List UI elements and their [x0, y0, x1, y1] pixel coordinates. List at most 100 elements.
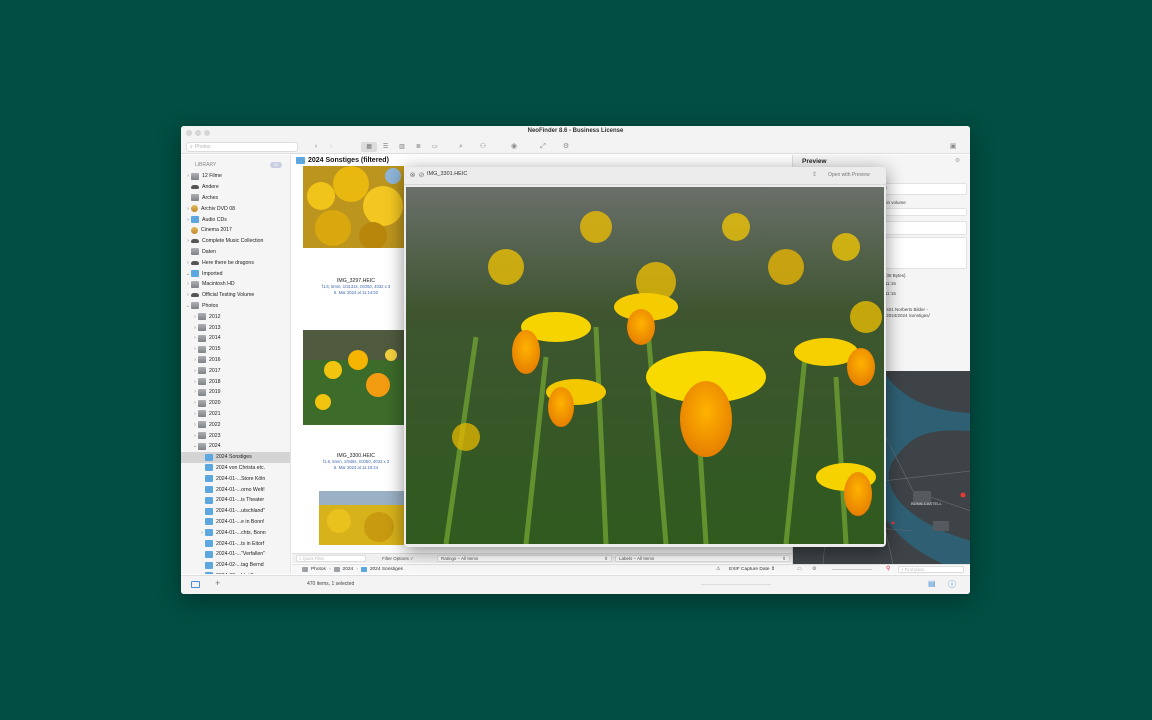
sidebar-item[interactable]: › 2020	[181, 398, 290, 409]
sidebar-item[interactable]: Andere	[181, 182, 290, 193]
sidebar-item[interactable]: › 2016	[181, 355, 290, 366]
inspector-toggle-icon[interactable]: ▣	[948, 142, 958, 152]
created-time-text: 11:15	[885, 281, 896, 286]
sidebar-item[interactable]: › 2012	[181, 311, 290, 322]
eye-icon[interactable]: ◉	[509, 142, 519, 152]
grid-view-icon[interactable]: ▦	[361, 142, 378, 152]
open-with-preview-button[interactable]: Open with Preview	[828, 172, 870, 178]
back-button[interactable]: ‹	[312, 142, 320, 152]
comment-icon[interactable]: ▭	[797, 566, 802, 572]
fullscreen-icon[interactable]: ⤢	[539, 142, 547, 152]
sidebar-item[interactable]: › 2017	[181, 365, 290, 376]
sidebar-item[interactable]: Daten	[181, 247, 290, 258]
notes-field[interactable]	[885, 237, 967, 269]
sidebar-item[interactable]: › Archiv DVD 08	[181, 203, 290, 214]
sidebar-item[interactable]: ⌄ Imported	[181, 268, 290, 279]
sidebar-item[interactable]: 2024 Sonstiges	[181, 451, 290, 463]
gallery-view-icon[interactable]: ▭	[427, 142, 443, 152]
list-view-icon[interactable]: ☰	[377, 142, 393, 152]
drive-icon	[333, 567, 340, 572]
sidebar-item[interactable]: › 2013	[181, 322, 290, 333]
gear-icon[interactable]: ⚙	[562, 142, 570, 152]
sidebar-item[interactable]: › 12 Filme	[181, 171, 290, 182]
sidebar-item-label: 2024-01-..."Verfallen"	[216, 551, 265, 558]
drive-icon	[198, 399, 206, 407]
sidebar-item[interactable]: Cinema 2017	[181, 225, 290, 236]
fullscreen-icon[interactable]: ⊘	[418, 172, 425, 179]
sidebar-item[interactable]: › 2018	[181, 376, 290, 387]
volume-select[interactable]	[885, 208, 967, 216]
sidebar-item[interactable]: 2024-01-...e in Bonn!	[181, 517, 290, 528]
ratings-select[interactable]: Ratings – All Items ⇕	[437, 555, 612, 562]
sidebar-item[interactable]: › Here there be dragons	[181, 257, 290, 268]
filter-options-button[interactable]: Filter Options ✓	[382, 556, 414, 562]
drive-icon	[191, 172, 199, 180]
sidebar-item[interactable]: ⌄ Photos	[181, 301, 290, 312]
sidebar-item[interactable]: › 2021	[181, 409, 290, 420]
sidebar-item-label: 2024-01-...ts in Eitorf	[216, 540, 265, 547]
sidebar-item[interactable]: › 2015	[181, 344, 290, 355]
thumbnail-img-next[interactable]	[319, 491, 404, 545]
thumbnail-img-3300[interactable]	[303, 330, 404, 425]
detail-view-icon[interactable]: ≣	[410, 142, 426, 152]
comment-field[interactable]	[885, 221, 967, 235]
add-icon[interactable]: +	[215, 578, 220, 588]
people-icon[interactable]: ⚇	[479, 142, 487, 152]
pin-icon[interactable]: ⚲	[886, 565, 890, 572]
gear-icon[interactable]: ⚙	[955, 157, 960, 164]
sidebar-item[interactable]: 2024-01-..."Verfallen"	[181, 549, 290, 560]
sidebar-item[interactable]: › 2019	[181, 387, 290, 398]
preview-field[interactable]	[885, 183, 967, 195]
sidebar-item[interactable]: › 2014	[181, 333, 290, 344]
sidebar-item-label: 2020	[209, 400, 221, 407]
sidebar-item[interactable]: › Official Testing Volume	[181, 290, 290, 301]
find-place-input[interactable]: ⌕ Find place	[898, 566, 964, 573]
content-title-text: 2024 Sonstiges (filtered)	[308, 157, 389, 164]
sidebar-search-input[interactable]: ⌕ Photos	[186, 142, 298, 152]
sidebar-item[interactable]: › Macintosh HD	[181, 279, 290, 290]
sidebar-item[interactable]: ⌄ 2024	[181, 441, 290, 452]
close-icon[interactable]: ⊗	[409, 172, 416, 179]
sort-select[interactable]: EXIF Capture Date ⇕	[729, 567, 775, 572]
sidebar: LIBRARY 22 › 12 Filme Andere Arches › Archiv …	[181, 155, 291, 574]
breadcrumb-item[interactable]: 2024 Sonstiges	[370, 567, 403, 572]
cloud-icon	[191, 293, 199, 298]
sidebar-item[interactable]: 2024 von Christa etc.	[181, 463, 290, 474]
sidebar-item[interactable]: 2024-02-...Uni Bonn	[181, 571, 290, 574]
breadcrumb-item[interactable]: Photos	[311, 567, 326, 572]
sidebar-item[interactable]: 2024-01-...ts in Eitorf	[181, 538, 290, 549]
volume-label: on volume	[885, 200, 906, 205]
quicklook-image	[406, 187, 884, 545]
drive-icon	[198, 421, 206, 429]
zoom-slider[interactable]	[832, 569, 872, 570]
sidebar-toggle-icon[interactable]	[191, 581, 200, 588]
sidebar-item[interactable]: 2024-01-...is Theater	[181, 495, 290, 506]
thumbnail-img-3297[interactable]	[303, 166, 404, 250]
sidebar-item[interactable]: › Complete Music Collection	[181, 236, 290, 247]
thumbnail-size-slider[interactable]	[701, 584, 771, 585]
sidebar-item[interactable]: › 2023	[181, 430, 290, 441]
labels-select[interactable]: Labels – All Items ⇕	[615, 555, 790, 562]
forward-button[interactable]: ›	[327, 142, 335, 152]
breadcrumb-item[interactable]: 2024	[343, 567, 354, 572]
column-view-icon[interactable]: ▥	[394, 142, 410, 152]
sidebar-item[interactable]: 2024-02-...tag Bernd	[181, 560, 290, 571]
library-count-badge: 22	[270, 162, 282, 168]
drive-icon	[198, 432, 206, 440]
sidebar-item[interactable]: 2024-01-...orno Welt!	[181, 484, 290, 495]
sidebar-item[interactable]: › Audio CDs	[181, 214, 290, 225]
map-icon[interactable]: ▤	[928, 579, 936, 588]
sidebar-item[interactable]: 2024-01-...utschland"	[181, 506, 290, 517]
sidebar-item-label: 2024 Sonstiges	[216, 454, 252, 461]
gear-icon[interactable]: ⚙	[812, 566, 816, 572]
info-icon[interactable]: ⓘ	[948, 579, 956, 590]
share-icon[interactable]: ⇪	[812, 171, 817, 178]
sidebar-item[interactable]: 2024-01-...Store Köln	[181, 473, 290, 484]
find-icon[interactable]: ⌕	[457, 142, 465, 152]
sidebar-item[interactable]: › 2022	[181, 419, 290, 430]
sidebar-item[interactable]: › 2024-01-...chts, Bonn	[181, 527, 290, 538]
quick-filter-input[interactable]: ⌕ Quick Filter	[296, 555, 366, 562]
sidebar-item-label: Photos	[202, 302, 219, 309]
sidebar-item[interactable]: Arches	[181, 193, 290, 204]
folder-icon	[205, 507, 213, 515]
